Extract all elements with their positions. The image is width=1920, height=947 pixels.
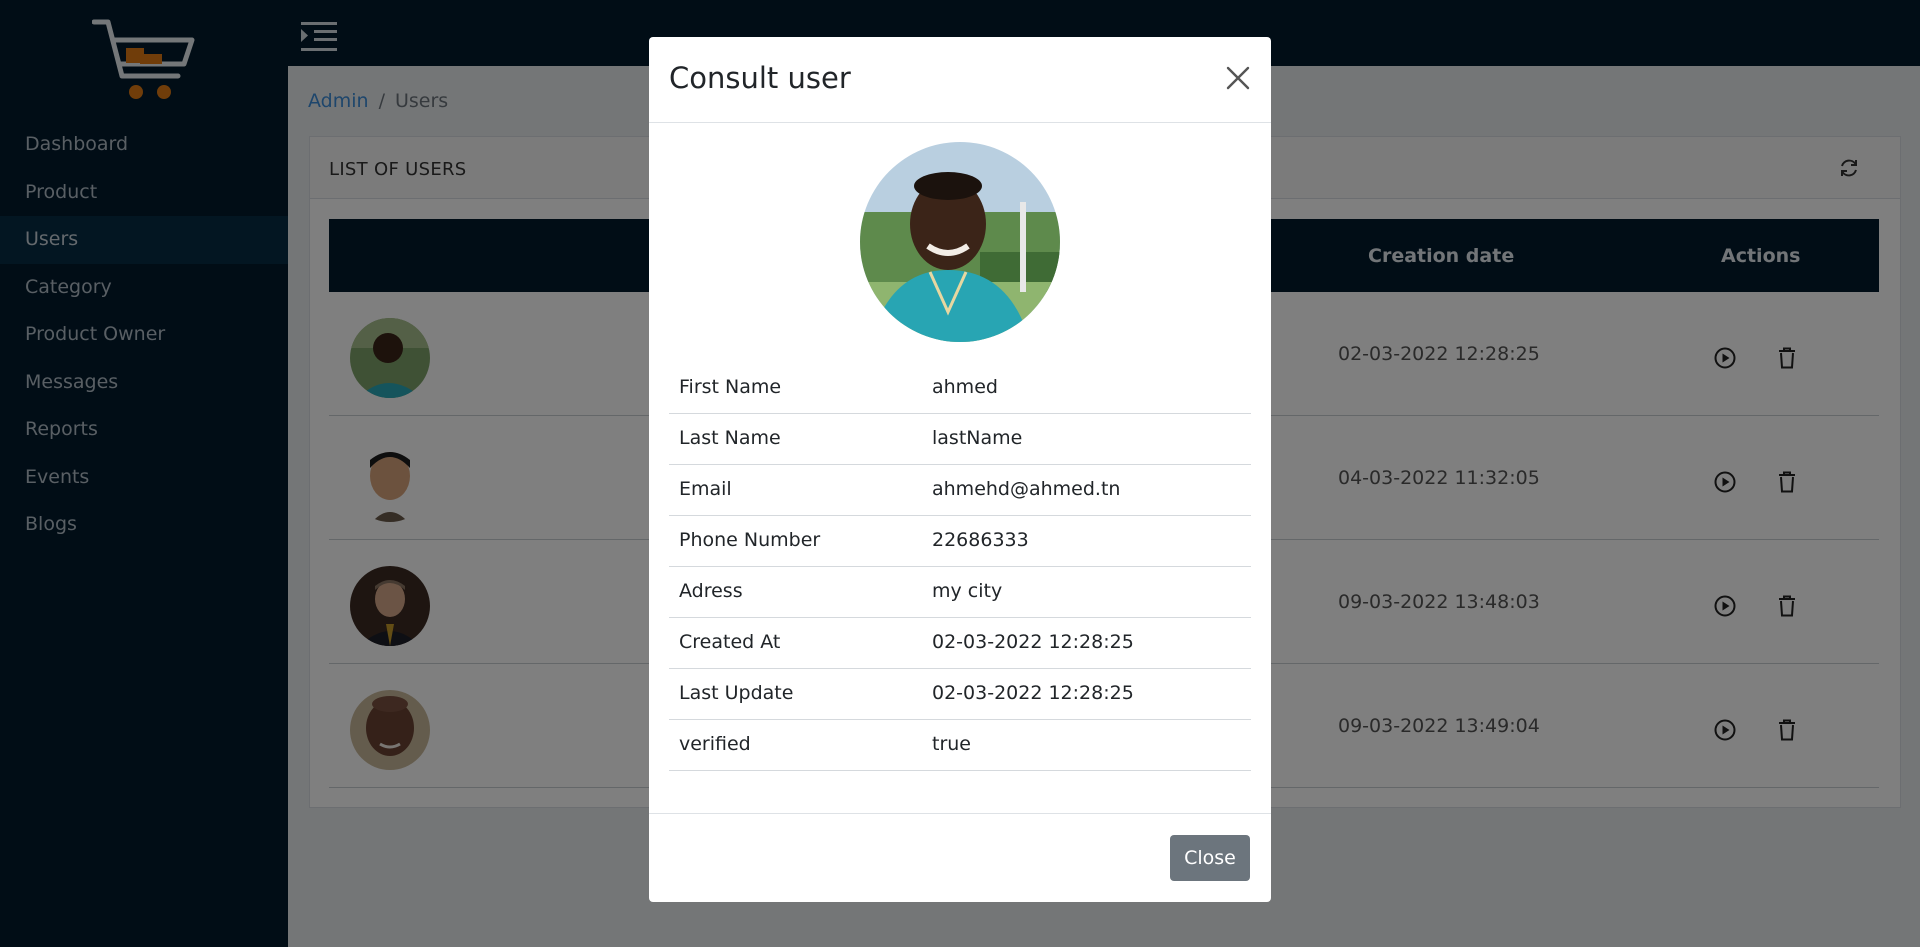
info-label: Adress <box>679 580 743 602</box>
close-icon[interactable] <box>1225 65 1251 91</box>
info-label: Phone Number <box>679 529 821 551</box>
user-info-table: First Name ahmed Last Name lastName Emai… <box>669 363 1251 771</box>
info-row-adress: Adress my city <box>669 567 1251 618</box>
info-row-phone-number: Phone Number 22686333 <box>669 516 1251 567</box>
info-value: my city <box>932 580 1003 602</box>
info-row-first-name: First Name ahmed <box>669 363 1251 414</box>
info-row-last-update: Last Update 02-03-2022 12:28:25 <box>669 669 1251 720</box>
info-value: true <box>932 733 971 755</box>
info-value: lastName <box>932 427 1023 449</box>
info-row-last-name: Last Name lastName <box>669 414 1251 465</box>
info-label: verified <box>679 733 751 755</box>
info-value: ahmed <box>932 376 998 398</box>
info-row-email: Email ahmehd@ahmed.tn <box>669 465 1251 516</box>
info-label: Created At <box>679 631 781 653</box>
info-row-created-at: Created At 02-03-2022 12:28:25 <box>669 618 1251 669</box>
info-value: ahmehd@ahmed.tn <box>932 478 1121 500</box>
user-photo <box>860 142 1060 342</box>
info-label: Last Name <box>679 427 781 449</box>
close-button[interactable]: Close <box>1170 835 1250 881</box>
info-value: 02-03-2022 12:28:25 <box>932 631 1134 653</box>
consult-user-modal: Consult user First Name ahmed Last Name … <box>649 37 1271 902</box>
info-value: 22686333 <box>932 529 1029 551</box>
modal-title: Consult user <box>669 61 851 95</box>
modal-footer: Close <box>649 813 1271 902</box>
modal-header: Consult user <box>649 37 1271 123</box>
info-label: Last Update <box>679 682 794 704</box>
info-row-verified: verified true <box>669 720 1251 771</box>
info-value: 02-03-2022 12:28:25 <box>932 682 1134 704</box>
info-label: Email <box>679 478 732 500</box>
info-label: First Name <box>679 376 782 398</box>
